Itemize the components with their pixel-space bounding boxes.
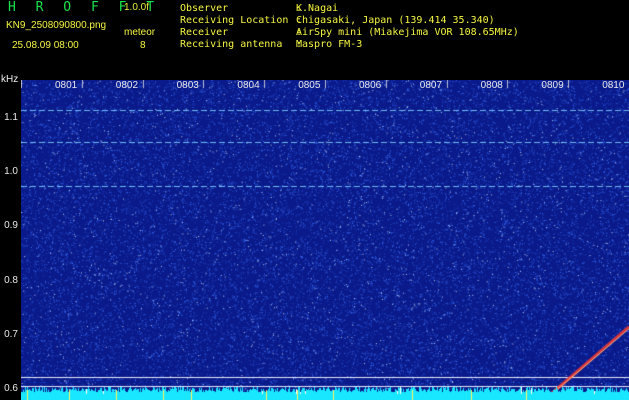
y-tick-0.6: 0.6 xyxy=(4,383,18,395)
x-tick-0802: 0802 xyxy=(115,80,139,91)
observer-name: K.Nagai xyxy=(296,3,339,14)
receiver-text: AirSpy mini (Miakejima VOR 108.65MHz) xyxy=(296,27,519,38)
spectrogram-canvas xyxy=(21,80,629,400)
y-axis-unit: kHz xyxy=(1,74,19,85)
y-tick-1.0: 1.0 xyxy=(4,166,18,178)
info-location-label: Receiving Location xyxy=(180,15,289,26)
spectrogram-plot xyxy=(21,80,629,400)
y-tick-1.1: 1.1 xyxy=(4,111,18,123)
meteor-label: meteor xyxy=(124,27,156,38)
x-tick-0805: 0805 xyxy=(298,80,321,91)
x-tick-0810: 0810 xyxy=(602,80,625,91)
y-tick-0.7: 0.7 xyxy=(4,328,18,340)
info-observer-label: Observer xyxy=(180,3,229,14)
info-receiver-label: Receiver xyxy=(180,27,229,38)
x-tick-0801: 0801 xyxy=(55,80,78,91)
datetime-label: 25.08.09 08:00 xyxy=(12,40,79,51)
x-tick-0807: 0807 xyxy=(419,80,443,91)
meteor-count: 8 xyxy=(140,40,146,51)
header: H R O F F T 1.0.0f KN9_2508090800.png 25… xyxy=(0,0,629,74)
x-tick-0809: 0809 xyxy=(541,80,564,91)
x-tick-0803: 0803 xyxy=(176,80,199,91)
location-text: Chigasaki, Japan (139.414 35.340) xyxy=(296,15,495,26)
y-tick-0.9: 0.9 xyxy=(4,220,18,232)
x-tick-0804: 0804 xyxy=(237,80,260,91)
antenna-text: Maspro FM-3 xyxy=(296,39,363,50)
y-tick-0.8: 0.8 xyxy=(4,274,18,286)
info-antenna-label: Receiving antenna xyxy=(180,39,283,50)
filename-label: KN9_2508090800.png xyxy=(6,20,107,31)
version-label: 1.0.0f xyxy=(124,2,150,13)
x-tick-0806: 0806 xyxy=(359,80,382,91)
x-tick-0808: 0808 xyxy=(480,80,503,91)
